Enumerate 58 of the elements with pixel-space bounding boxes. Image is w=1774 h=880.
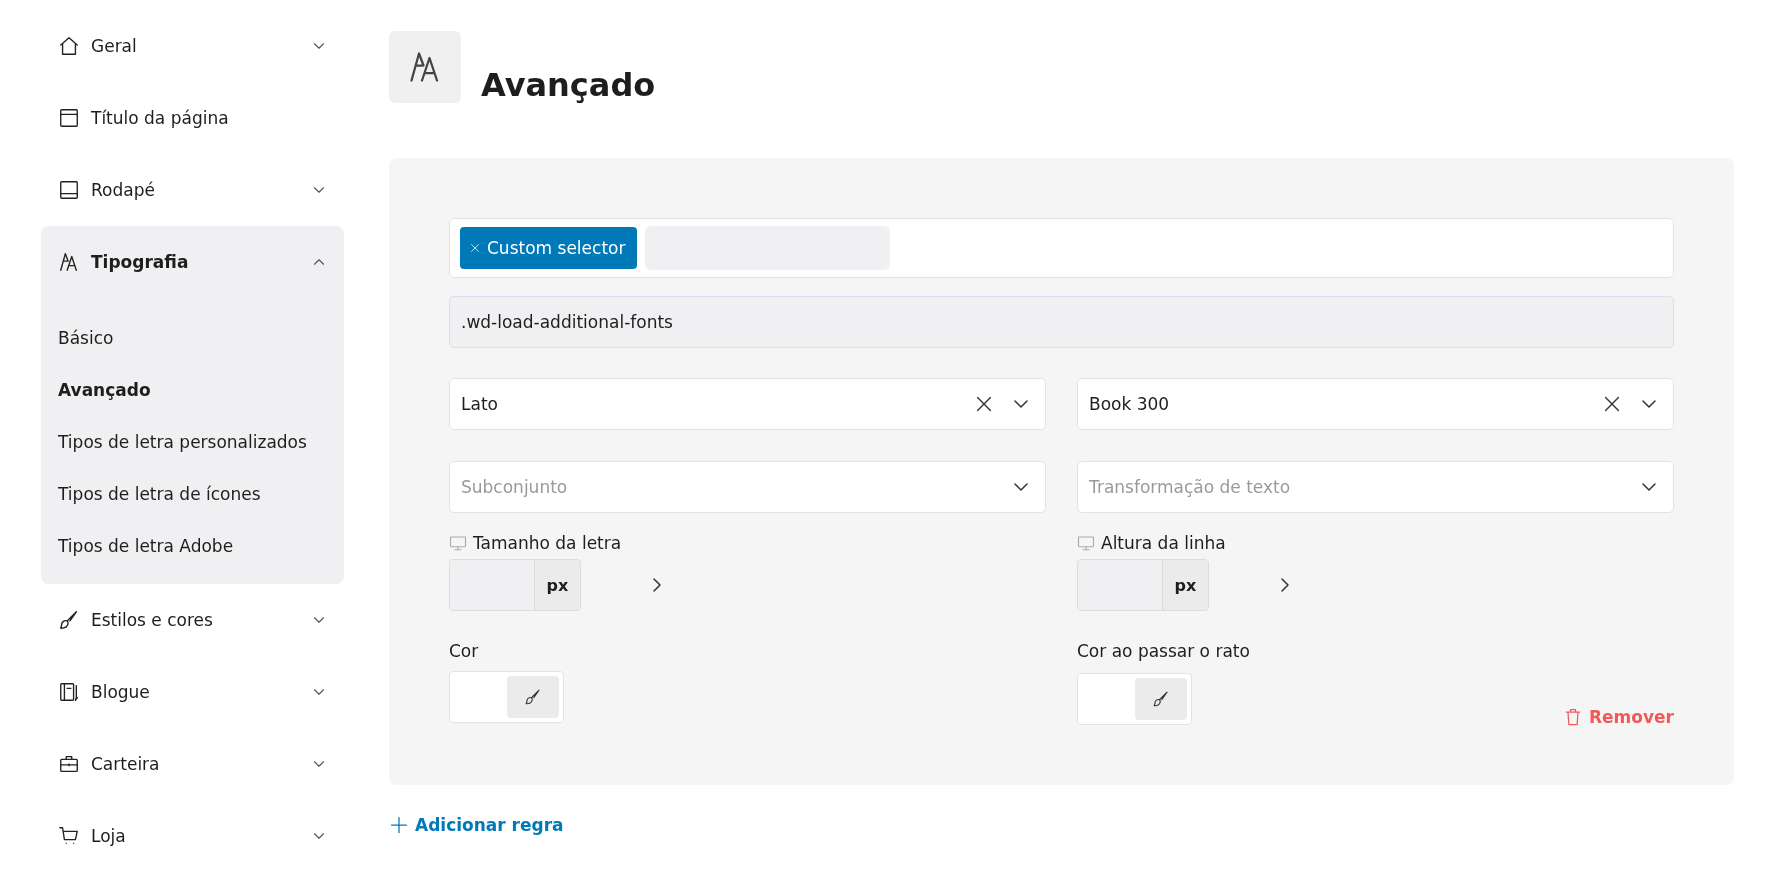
sidebar-item[interactable]: Estilos e cores	[41, 584, 344, 656]
dropdown[interactable]: Lato	[449, 378, 1046, 430]
sidebar-item-label: Estilos e cores	[91, 610, 214, 630]
selector-tag[interactable]: Custom selector	[460, 227, 638, 269]
tag-label: Custom selector	[487, 238, 626, 258]
sidebar-item-label: Blogue	[91, 682, 151, 702]
sidebar-item-label: Carteira	[91, 754, 161, 774]
sidebar-item-label: Rodapé	[91, 180, 156, 200]
trash-icon	[1563, 707, 1583, 727]
sidebar-item[interactable]: Loja	[41, 800, 344, 872]
brush-icon	[524, 688, 542, 706]
sidebar-item[interactable]: Rodapé	[41, 154, 344, 226]
sidebar-item[interactable]: Carteira	[41, 728, 344, 800]
sidebar-item-label: Título da página	[91, 108, 230, 128]
house-icon	[58, 35, 80, 57]
notebook-icon	[58, 681, 80, 703]
dropdown-value: Lato	[461, 394, 499, 414]
submenu-item[interactable]: Avançado	[41, 364, 344, 416]
sidebar-item-label: Loja	[91, 826, 127, 846]
unit-label: px	[1162, 560, 1208, 610]
field-label: Tamanho da letra	[473, 533, 622, 553]
brush-icon	[1152, 690, 1170, 708]
plus-icon	[389, 815, 409, 835]
number-field[interactable]: px	[1077, 559, 1209, 611]
cart-icon	[58, 825, 80, 847]
window-icon	[58, 107, 80, 129]
monitor-icon	[1077, 534, 1095, 552]
sidebar-item-label: Geral	[91, 36, 138, 56]
dropdown-placeholder: Transformação de texto	[1089, 477, 1292, 497]
dropdown-value: Book 300	[1089, 394, 1171, 414]
dropdown[interactable]: Book 300	[1077, 378, 1674, 430]
sidebar-item[interactable]: Título da página	[41, 82, 344, 154]
book-icon	[58, 179, 80, 201]
field-label: Altura da linha	[1101, 533, 1226, 553]
color-picker[interactable]	[1077, 673, 1192, 725]
submenu-item[interactable]: Básico	[41, 312, 344, 364]
sidebar-item-label: Tipografia	[91, 252, 190, 272]
field-label: Cor ao passar o rato	[1077, 641, 1251, 661]
tag-field[interactable]: Custom selector	[449, 218, 1674, 278]
sidebar-item[interactable]: Geral	[41, 10, 344, 82]
color-picker[interactable]	[449, 671, 564, 723]
sidebar-item[interactable]: Tipografia	[41, 226, 344, 298]
monitor-icon	[449, 534, 467, 552]
submenu-item[interactable]: Tipos de letra Adobe	[41, 520, 344, 572]
page-title: Avançado	[481, 69, 656, 103]
briefcase-icon	[58, 753, 80, 775]
submenu-item[interactable]: Tipos de letra personalizados	[41, 416, 344, 468]
sidebar-item[interactable]: Blogue	[41, 656, 344, 728]
dropdown-placeholder: Subconjunto	[461, 477, 569, 497]
field-label: Cor	[449, 641, 480, 661]
font-icon	[58, 251, 80, 273]
brush-icon	[58, 609, 80, 631]
unit-label: px	[534, 560, 580, 610]
submenu-item[interactable]: Tipos de letra de ícones	[41, 468, 344, 520]
selector-input[interactable]: .wd-load-additional-fonts	[449, 296, 1674, 348]
close-icon	[469, 242, 481, 254]
number-field[interactable]: px	[449, 559, 581, 611]
add-rule-link[interactable]: Adicionar regra	[389, 815, 564, 835]
